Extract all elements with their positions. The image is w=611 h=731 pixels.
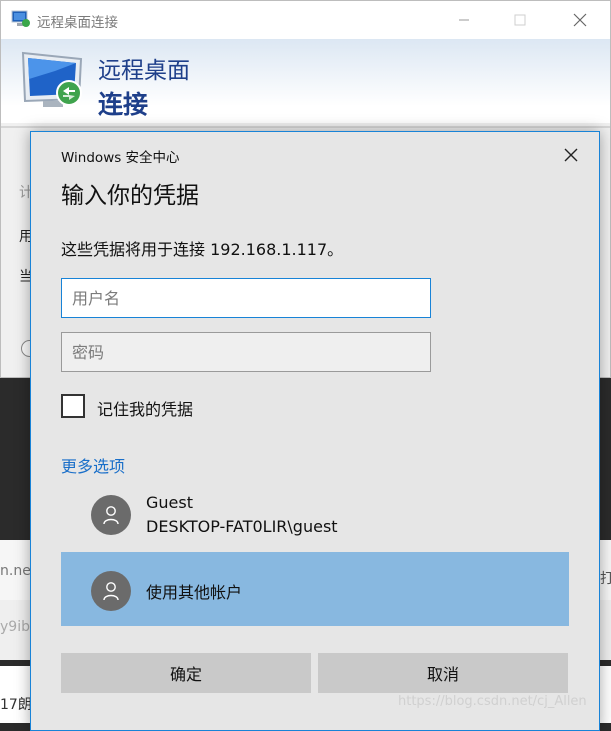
ok-button[interactable]: 确定: [61, 653, 311, 693]
remote-desktop-logo-icon: [21, 51, 83, 107]
account-option-guest[interactable]: Guest DESKTOP-FAT0LIR\guest: [61, 484, 569, 556]
banner-title-line2: 连接: [98, 90, 149, 119]
remote-desktop-titlebar: 远程桌面连接: [1, 1, 610, 39]
dialog-description: 这些凭据将用于连接 192.168.1.117。: [61, 240, 344, 259]
background-text-fragment: 17朗: [0, 697, 32, 713]
account-name: Guest: [146, 493, 193, 512]
close-icon[interactable]: [557, 5, 603, 35]
remember-credentials-checkbox[interactable]: [61, 394, 85, 418]
dialog-app-title: Windows 安全中心: [61, 150, 180, 166]
background-text-fragment: y9ib: [0, 619, 30, 635]
account-option-other[interactable]: 使用其他帐户: [61, 552, 569, 626]
user-icon: [91, 495, 131, 535]
account-detail: DESKTOP-FAT0LIR\guest: [146, 517, 338, 536]
user-icon: [91, 571, 131, 611]
maximize-icon[interactable]: [497, 5, 543, 35]
more-options-link[interactable]: 更多选项: [61, 453, 125, 477]
password-input[interactable]: [61, 332, 431, 372]
remote-desktop-app-icon: [11, 10, 30, 27]
cancel-button[interactable]: 取消: [318, 653, 568, 693]
username-input[interactable]: [61, 278, 431, 318]
window-title: 远程桌面连接: [37, 15, 118, 31]
dialog-close-icon[interactable]: [553, 140, 589, 170]
minimize-icon[interactable]: [441, 5, 487, 35]
watermark-text: https://blog.csdn.net/cj_Allen: [398, 694, 587, 709]
dialog-heading: 输入你的凭据: [61, 183, 199, 209]
credentials-dialog: Windows 安全中心 输入你的凭据 这些凭据将用于连接 192.168.1.…: [30, 131, 600, 731]
banner-title-line1: 远程桌面: [98, 58, 190, 84]
background-text-fragment: 打: [600, 571, 611, 587]
account-name: 使用其他帐户: [146, 583, 243, 602]
banner-divider: [1, 126, 610, 128]
remember-credentials-label[interactable]: 记住我的凭据: [97, 396, 193, 420]
remote-desktop-banner: 远程桌面 连接: [1, 39, 610, 123]
